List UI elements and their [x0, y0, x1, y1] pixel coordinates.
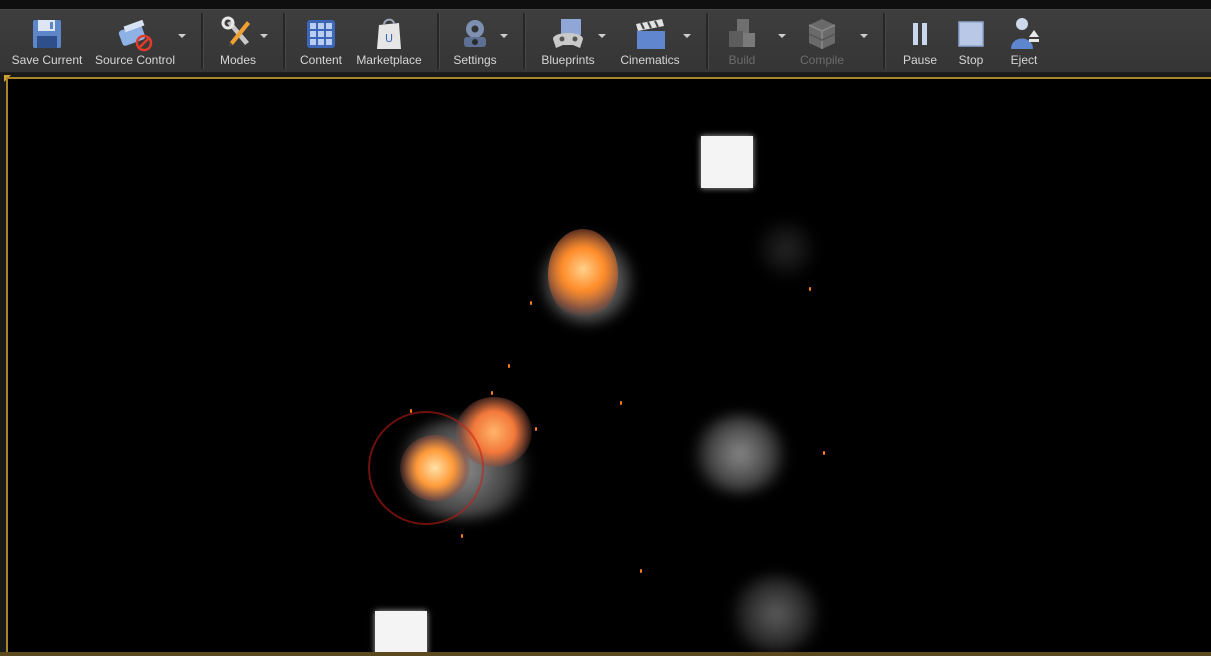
- eject-person-icon: [1011, 18, 1039, 49]
- compile-label: Compile: [799, 53, 844, 67]
- smoke-cloud: [756, 219, 816, 279]
- blueprints-dropdown-chevron-icon[interactable]: [596, 30, 608, 42]
- ember-spark: [491, 391, 493, 395]
- ember-spark: [410, 409, 412, 413]
- stop-label: Stop: [958, 53, 984, 67]
- build-label: Build: [728, 53, 756, 67]
- modes-label: Modes: [219, 53, 257, 67]
- ember-spark: [508, 364, 510, 368]
- ember-spark: [461, 534, 463, 538]
- wall-block: [375, 611, 427, 652]
- content-button[interactable]: Content: [294, 10, 348, 72]
- blueprints-button[interactable]: Blueprints: [534, 10, 602, 72]
- ember-spark: [620, 401, 622, 405]
- content-grid-icon: [307, 20, 335, 48]
- stop-button[interactable]: Stop: [948, 10, 994, 72]
- toolbar-separator: [283, 13, 286, 69]
- blocks-icon: [729, 19, 755, 47]
- eject-label: Eject: [1010, 53, 1038, 67]
- source-control-label: Source Control: [94, 53, 176, 67]
- smoke-cloud: [690, 414, 790, 494]
- wall-block: [701, 136, 753, 188]
- cinematics-dropdown-chevron-icon[interactable]: [681, 30, 693, 42]
- pause-icon: [913, 23, 927, 45]
- ember-spark: [809, 287, 811, 291]
- marketplace-label: Marketplace: [356, 53, 422, 67]
- settings-dropdown-chevron-icon[interactable]: [498, 30, 510, 42]
- build-dropdown-chevron-icon[interactable]: [776, 30, 788, 42]
- compile-button[interactable]: Compile: [792, 10, 852, 72]
- source-control-dropdown-chevron-icon[interactable]: [176, 30, 188, 42]
- marketplace-button[interactable]: U Marketplace: [352, 10, 426, 72]
- settings-label: Settings: [453, 53, 497, 67]
- save-current-label: Save Current: [11, 53, 83, 67]
- clapperboard-icon: [636, 19, 665, 49]
- stop-square-icon: [958, 21, 984, 47]
- settings-button[interactable]: Settings: [446, 10, 504, 72]
- title-strip: [0, 0, 1211, 9]
- marketplace-bag-icon: U: [377, 18, 401, 49]
- modes-dropdown-chevron-icon[interactable]: [258, 30, 270, 42]
- pause-button[interactable]: Pause: [896, 10, 944, 72]
- build-button[interactable]: Build: [716, 10, 768, 72]
- ember-spark: [535, 427, 537, 431]
- viewport-bottom-edge: [0, 652, 1211, 656]
- source-control-button[interactable]: Source Control: [92, 10, 178, 72]
- level-editor-toolbar: Save Current Source Control Modes Conten…: [0, 9, 1211, 73]
- cinematics-label: Cinematics: [620, 53, 680, 67]
- toolbar-separator: [523, 13, 526, 69]
- shockwave-ring: [368, 411, 484, 525]
- toolbar-separator: [201, 13, 204, 69]
- ember-spark: [823, 451, 825, 455]
- toolbar-separator: [706, 13, 709, 69]
- pause-label: Pause: [902, 53, 938, 67]
- content-label: Content: [299, 53, 343, 67]
- compile-dropdown-chevron-icon[interactable]: [858, 30, 870, 42]
- source-control-disabled-icon: [118, 19, 153, 52]
- eject-button[interactable]: Eject: [998, 10, 1050, 72]
- svg-text:U: U: [385, 32, 393, 45]
- ember-spark: [530, 301, 532, 305]
- toolbar-separator: [883, 13, 886, 69]
- gamepad-icon: [553, 19, 583, 48]
- cinematics-button[interactable]: Cinematics: [616, 10, 684, 72]
- toolbar-separator: [437, 13, 440, 69]
- ember-spark: [640, 569, 642, 573]
- cube-stack-icon: [808, 19, 836, 49]
- blueprints-label: Blueprints: [541, 53, 595, 67]
- tools-icon: [221, 16, 250, 46]
- floppy-disk-icon: [33, 20, 61, 48]
- gears-icon: [464, 20, 486, 47]
- game-viewport[interactable]: [6, 77, 1211, 652]
- save-current-button[interactable]: Save Current: [6, 10, 88, 72]
- smoke-cloud: [728, 574, 824, 652]
- explosion-fireball: [548, 229, 618, 319]
